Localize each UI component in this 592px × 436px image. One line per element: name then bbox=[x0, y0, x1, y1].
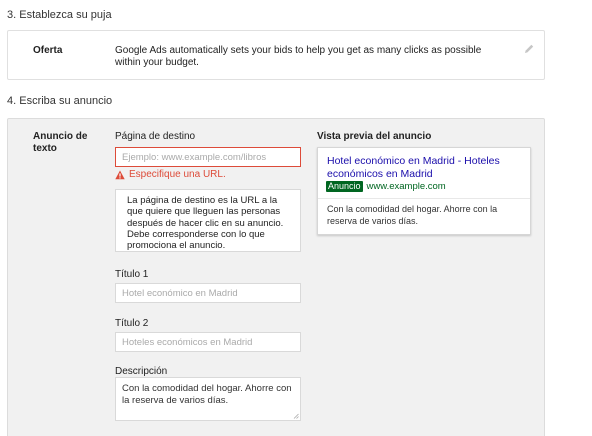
step-3-title: 3. Establezca su puja bbox=[7, 9, 112, 21]
preview-divider bbox=[318, 198, 530, 199]
pencil-icon[interactable] bbox=[523, 43, 535, 55]
destination-error: Especifique una URL. bbox=[115, 169, 226, 180]
bid-label: Oferta bbox=[33, 45, 63, 56]
title-2-input[interactable]: Hoteles económicos en Madrid bbox=[115, 332, 301, 352]
destination-help-tooltip: La página de destino es la URL a la que … bbox=[115, 189, 301, 252]
preview-description: Con la comodidad del hogar. Ahorre con l… bbox=[327, 204, 498, 226]
ad-editor-panel: Anuncio de texto Página de destino Ejemp… bbox=[7, 118, 545, 436]
destination-url-input[interactable]: Ejemplo: www.example.com/libros bbox=[115, 147, 301, 167]
description-label: Descripción bbox=[115, 366, 168, 377]
preview-url-row: Anuncio www.example.com bbox=[326, 181, 446, 192]
ad-badge: Anuncio bbox=[326, 181, 363, 192]
title-1-label: Título 1 bbox=[115, 269, 149, 280]
ad-type-label: Anuncio de texto bbox=[33, 131, 88, 154]
error-text: Especifique una URL. bbox=[129, 169, 226, 180]
description-textarea[interactable]: Con la comodidad del hogar. Ahorre con l… bbox=[115, 377, 301, 421]
preview-label: Vista previa del anuncio bbox=[317, 131, 432, 142]
destination-label: Página de destino bbox=[115, 131, 196, 142]
title-1-input[interactable]: Hotel económico en Madrid bbox=[115, 283, 301, 303]
warning-icon bbox=[115, 170, 125, 179]
resize-handle-icon[interactable] bbox=[293, 413, 299, 419]
title-2-label: Título 2 bbox=[115, 318, 149, 329]
bid-description: Google Ads automatically sets your bids … bbox=[115, 45, 482, 68]
preview-url: www.example.com bbox=[366, 181, 446, 192]
preview-headline: Hotel económico en Madrid - Hoteles econ… bbox=[327, 155, 500, 180]
step-4-title: 4. Escriba su anuncio bbox=[7, 95, 113, 107]
bid-section[interactable]: Oferta Google Ads automatically sets you… bbox=[7, 30, 545, 80]
ad-preview-card: Hotel económico en Madrid - Hoteles econ… bbox=[317, 147, 531, 235]
description-text: Con la comodidad del hogar. Ahorre con l… bbox=[122, 383, 292, 406]
